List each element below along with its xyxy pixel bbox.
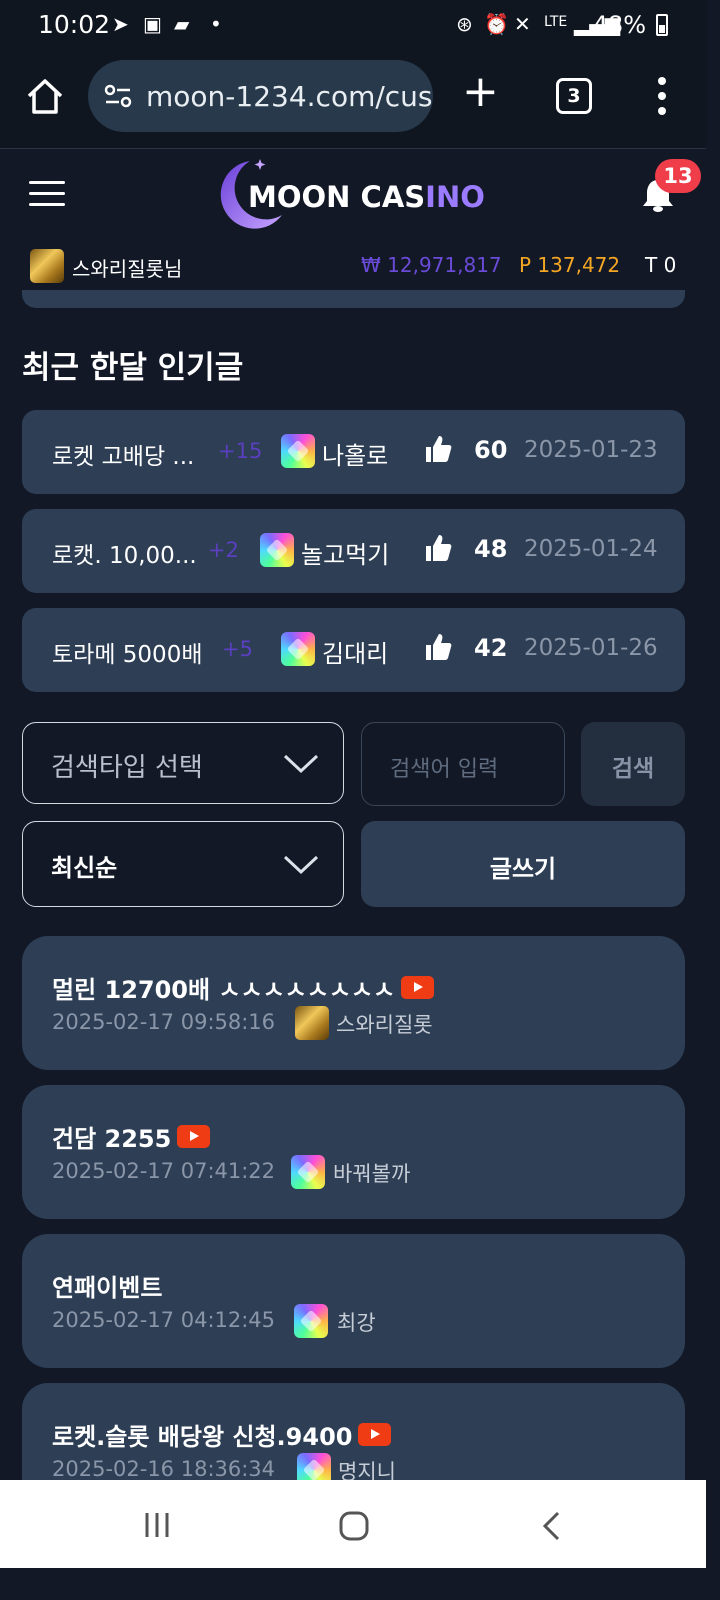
write-post-button[interactable]: 글쓰기 <box>361 821 685 907</box>
chevron-down-icon <box>283 855 319 875</box>
telegram-icon: ➤ <box>112 12 129 36</box>
tickets-amount: T 0 <box>645 253 677 277</box>
youtube-icon <box>177 1125 211 1148</box>
post-title[interactable]: 연패이벤트 <box>52 1274 162 1302</box>
battery-icon <box>656 14 668 36</box>
back-icon[interactable] <box>540 1510 564 1542</box>
popular-post-author: 김대리 <box>322 640 389 668</box>
search-button-label: 검색 <box>611 756 655 782</box>
logo-text-purple: INO <box>425 180 485 214</box>
author-level-icon <box>260 533 294 567</box>
previous-panel-edge <box>22 290 685 308</box>
home-icon[interactable] <box>24 76 66 118</box>
gallery-icon: ▣ <box>143 12 162 36</box>
thumbs-up-icon <box>426 634 452 660</box>
thumbs-up-icon <box>426 535 452 561</box>
author-level-icon <box>281 434 315 468</box>
post-title-row: 로켓.슬롯 배당왕 신청.9400 <box>52 1417 392 1452</box>
like-count: 42 <box>474 634 508 662</box>
popular-post-author: 놀고먹기 <box>301 541 390 569</box>
message-icon: ▰ <box>174 12 190 36</box>
new-tab-icon[interactable]: + <box>462 70 499 114</box>
popular-post-item[interactable]: 로캣. 10,00... +2 놀고먹기 48 2025-01-24 <box>22 509 685 593</box>
popular-post-title[interactable]: 로켓 고배당 ... <box>52 437 212 471</box>
logo-text: MOON CASINO <box>248 180 485 214</box>
home-nav-icon[interactable] <box>338 1510 370 1542</box>
username[interactable]: 스와리질롯님 <box>72 253 182 282</box>
browser-toolbar: moon-1234.com/cus + 3 <box>0 52 706 149</box>
post-title[interactable]: 건담 2255 <box>52 1125 171 1153</box>
recent-apps-icon[interactable] <box>142 1510 172 1540</box>
popular-post-date: 2025-01-26 <box>524 635 658 661</box>
post-author: 스와리질롯 <box>336 1013 433 1037</box>
post-author: 바꿔볼까 <box>333 1162 411 1186</box>
balance-amount: ₩ 12,971,817 <box>361 253 502 277</box>
author-level-icon <box>281 632 315 666</box>
system-nav-bar <box>0 1480 706 1568</box>
popular-post-item[interactable]: 로켓 고배당 ... +15 나홀로 60 2025-01-23 <box>22 410 685 494</box>
post-list-item[interactable]: 연패이벤트 2025-02-17 04:12:45 최강 <box>22 1234 685 1368</box>
user-avatar[interactable] <box>30 249 64 283</box>
search-type-select[interactable]: 검색타입 선택 <box>22 722 344 804</box>
site-logo[interactable]: MOON CASINO <box>212 153 502 233</box>
like-count: 60 <box>474 436 508 464</box>
popular-post-author: 나홀로 <box>322 442 389 470</box>
post-datetime: 2025-02-17 09:58:16 <box>52 1010 276 1034</box>
search-input[interactable]: 검색어 입력 <box>361 722 565 806</box>
sort-value: 최신순 <box>51 854 118 882</box>
post-title-row: 연패이벤트 <box>52 1268 162 1303</box>
like-count: 48 <box>474 535 508 563</box>
tab-switcher-button[interactable]: 3 <box>556 78 592 114</box>
post-title-row: 건담 2255 <box>52 1119 211 1154</box>
popular-post-date: 2025-01-23 <box>524 437 658 463</box>
dot-icon: • <box>210 12 222 36</box>
lte-icon: LTE <box>544 14 568 30</box>
site-settings-icon[interactable] <box>104 84 132 108</box>
popular-post-item[interactable]: 토라메 5000배 +5 김대리 42 2025-01-26 <box>22 608 685 692</box>
popular-post-date: 2025-01-24 <box>524 536 658 562</box>
author-level-icon <box>294 1304 328 1338</box>
search-placeholder: 검색어 입력 <box>390 757 499 782</box>
hamburger-menu-icon[interactable] <box>29 181 65 207</box>
comment-count: +15 <box>218 439 263 463</box>
mute-icon: ✕ <box>514 12 531 36</box>
url-text[interactable]: moon-1234.com/cus <box>146 80 433 113</box>
author-level-icon <box>295 1006 329 1040</box>
sort-select[interactable]: 최신순 <box>22 821 344 907</box>
youtube-icon <box>401 976 435 999</box>
search-button[interactable]: 검색 <box>581 722 685 806</box>
user-info-bar: 스와리질롯님 ₩ 12,971,817 P 137,472 T 0 <box>0 240 706 290</box>
post-title-row: 멀린 12700배 ㅅㅅㅅㅅㅅㅅㅅㅅ <box>52 970 435 1005</box>
logo-text-white: MOON CAS <box>248 180 426 214</box>
section-title: 최근 한달 인기글 <box>22 350 244 386</box>
post-author: 최강 <box>337 1311 376 1335</box>
search-type-value: 검색타입 선택 <box>51 753 203 783</box>
youtube-icon <box>358 1423 392 1446</box>
post-list-item[interactable]: 멀린 12700배 ㅅㅅㅅㅅㅅㅅㅅㅅ 2025-02-17 09:58:16 스… <box>22 936 685 1070</box>
more-menu-icon[interactable] <box>656 76 668 116</box>
popular-post-title[interactable]: 로캣. 10,00... <box>52 536 212 570</box>
points-amount: P 137,472 <box>519 253 621 277</box>
post-title[interactable]: 로켓.슬롯 배당왕 신청.9400 <box>52 1423 352 1451</box>
vpn-icon: ⊛ <box>456 12 473 36</box>
author-level-icon <box>291 1155 325 1189</box>
thumbs-up-icon <box>426 436 452 462</box>
status-bar: 10:02 ➤ ▣ ▰ • ⊛ ⏰ ✕ LTE ▂▄▆ 48% <box>0 0 706 52</box>
comment-count: +5 <box>222 637 253 661</box>
post-list-item[interactable]: 건담 2255 2025-02-17 07:41:22 바꿔볼까 <box>22 1085 685 1219</box>
post-datetime: 2025-02-17 07:41:22 <box>52 1159 276 1183</box>
alarm-icon: ⏰ <box>484 12 509 36</box>
write-button-label: 글쓰기 <box>489 855 557 883</box>
address-bar[interactable]: moon-1234.com/cus <box>88 60 433 132</box>
notification-badge: 13 <box>655 159 701 193</box>
post-datetime: 2025-02-17 04:12:45 <box>52 1308 276 1332</box>
site-header: MOON CASINO 13 <box>0 149 706 239</box>
status-time: 10:02 <box>38 10 111 39</box>
post-title[interactable]: 멀린 12700배 ㅅㅅㅅㅅㅅㅅㅅㅅ <box>52 976 395 1004</box>
popular-post-title[interactable]: 토라메 5000배 <box>52 635 212 669</box>
chevron-down-icon <box>283 754 319 774</box>
battery-percent: 48% <box>592 11 646 39</box>
post-datetime: 2025-02-16 18:36:34 <box>52 1457 276 1481</box>
comment-count: +2 <box>208 538 239 562</box>
